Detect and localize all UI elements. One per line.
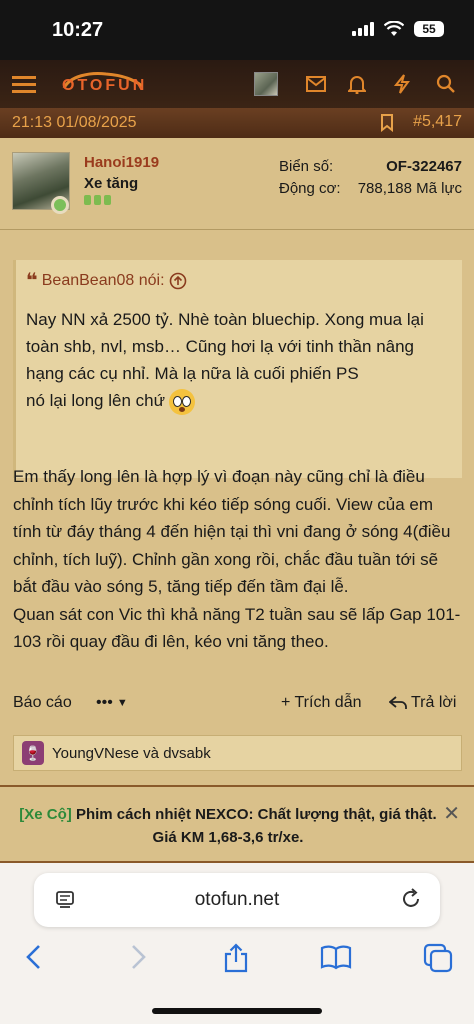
close-icon[interactable]: ✕ bbox=[443, 801, 460, 826]
post-actions: Báo cáo ••• ▼ + Trích dẫn Trả lời bbox=[0, 690, 474, 718]
user-info: Hanoi1919 Xe tăng Biển số: OF-322467 Độn… bbox=[0, 138, 474, 230]
bell-icon[interactable] bbox=[343, 70, 371, 98]
status-icons: 55 bbox=[352, 21, 444, 37]
post-header: 21:13 01/08/2025 #5,417 bbox=[0, 108, 474, 138]
address-bar[interactable]: otofun.net bbox=[34, 873, 440, 927]
quote-line-2: nó lại long lên chứ bbox=[26, 391, 165, 410]
quote-line-1: Nay NN xả 2500 tỷ. Nhè toàn bluechip. Xo… bbox=[26, 310, 424, 383]
url-text[interactable]: otofun.net bbox=[34, 889, 440, 911]
engine-value: 788,188 Mã lực bbox=[357, 180, 462, 197]
bookmarks-icon[interactable] bbox=[320, 943, 352, 978]
ad-text[interactable]: [Xe Cộ] Phim cách nhiệt NEXCO: Chất lượn… bbox=[18, 803, 438, 849]
cellular-signal-icon bbox=[352, 22, 374, 36]
quote-author[interactable]: ❝ BeanBean08 nói: bbox=[26, 268, 187, 293]
post-paragraph-2: Quan sát con Vic thì khả năng T2 tuần sa… bbox=[13, 604, 461, 652]
post-paragraph-1: Em thấy long lên là hợp lý vì đoạn này c… bbox=[13, 467, 451, 596]
flushed-emoji-icon bbox=[168, 388, 195, 415]
plate-label: Biển số: bbox=[279, 158, 334, 175]
chevron-down-icon: ▼ bbox=[116, 697, 128, 709]
online-status-icon bbox=[51, 196, 69, 214]
ad-tag: [Xe Cộ] bbox=[19, 806, 72, 823]
user-title: Xe tăng bbox=[84, 175, 139, 192]
wifi-icon bbox=[384, 21, 404, 36]
post-number[interactable]: #5,417 bbox=[413, 113, 462, 131]
home-indicator[interactable] bbox=[152, 1008, 322, 1014]
bookmark-icon[interactable] bbox=[380, 114, 394, 137]
post-text: Em thấy long lên là hợp lý vì đoạn này c… bbox=[13, 463, 465, 656]
browser-toolbar: otofun.net bbox=[0, 863, 474, 1024]
lightning-icon[interactable] bbox=[388, 70, 416, 98]
quote-line-2-wrap: nó lại long lên chứ bbox=[26, 387, 446, 415]
reply-icon bbox=[389, 696, 407, 709]
more-actions-button[interactable]: ••• ▼ bbox=[96, 694, 128, 712]
quote-mark-icon: ❝ bbox=[26, 270, 38, 292]
share-icon[interactable] bbox=[222, 943, 250, 980]
back-icon[interactable] bbox=[24, 943, 44, 978]
quote-block: ❝ BeanBean08 nói: Nay NN xả 2500 tỷ. Nhè… bbox=[13, 260, 462, 478]
likes-bar[interactable]: 🍷 YoungVNese và dvsabk bbox=[13, 735, 462, 771]
ad-banner[interactable]: [Xe Cộ] Phim cách nhiệt NEXCO: Chất lượn… bbox=[0, 785, 474, 863]
report-button[interactable]: Báo cáo bbox=[13, 694, 72, 712]
rank-bars-icon bbox=[84, 195, 111, 205]
post-content: ❝ BeanBean08 nói: Nay NN xả 2500 tỷ. Nhè… bbox=[0, 230, 474, 785]
account-avatar[interactable] bbox=[254, 72, 278, 96]
reload-icon[interactable] bbox=[400, 888, 422, 916]
site-navbar: OTOFUN bbox=[0, 60, 474, 108]
quote-button[interactable]: + Trích dẫn bbox=[281, 694, 362, 712]
plate-value: OF-322467 bbox=[386, 158, 462, 175]
tabs-icon[interactable] bbox=[423, 943, 453, 980]
reply-button[interactable]: Trả lời bbox=[389, 694, 456, 712]
reply-label: Trả lời bbox=[411, 694, 457, 711]
battery-icon: 55 bbox=[414, 21, 444, 37]
logo-text[interactable]: OTOFUN bbox=[62, 77, 147, 95]
menu-icon[interactable] bbox=[10, 70, 38, 98]
forward-icon[interactable] bbox=[128, 943, 148, 978]
post-date[interactable]: 21:13 01/08/2025 bbox=[12, 114, 137, 132]
search-icon[interactable] bbox=[432, 70, 460, 98]
engine-label: Động cơ: bbox=[279, 180, 341, 197]
mail-icon[interactable] bbox=[302, 70, 330, 98]
likes-text[interactable]: YoungVNese và dvsabk bbox=[52, 745, 211, 762]
username[interactable]: Hanoi1919 bbox=[84, 154, 159, 171]
arrow-up-circle-icon[interactable] bbox=[169, 272, 187, 290]
quote-text: Nay NN xả 2500 tỷ. Nhè toàn bluechip. Xo… bbox=[26, 306, 446, 415]
status-time: 10:27 bbox=[52, 19, 104, 41]
wine-glass-icon: 🍷 bbox=[22, 741, 44, 765]
more-dots: ••• bbox=[96, 694, 113, 711]
status-bar: 10:27 55 bbox=[0, 0, 474, 60]
quote-author-name[interactable]: BeanBean08 nói: bbox=[42, 272, 165, 290]
ad-message: Phim cách nhiệt NEXCO: Chất lượng thật, … bbox=[71, 806, 437, 846]
